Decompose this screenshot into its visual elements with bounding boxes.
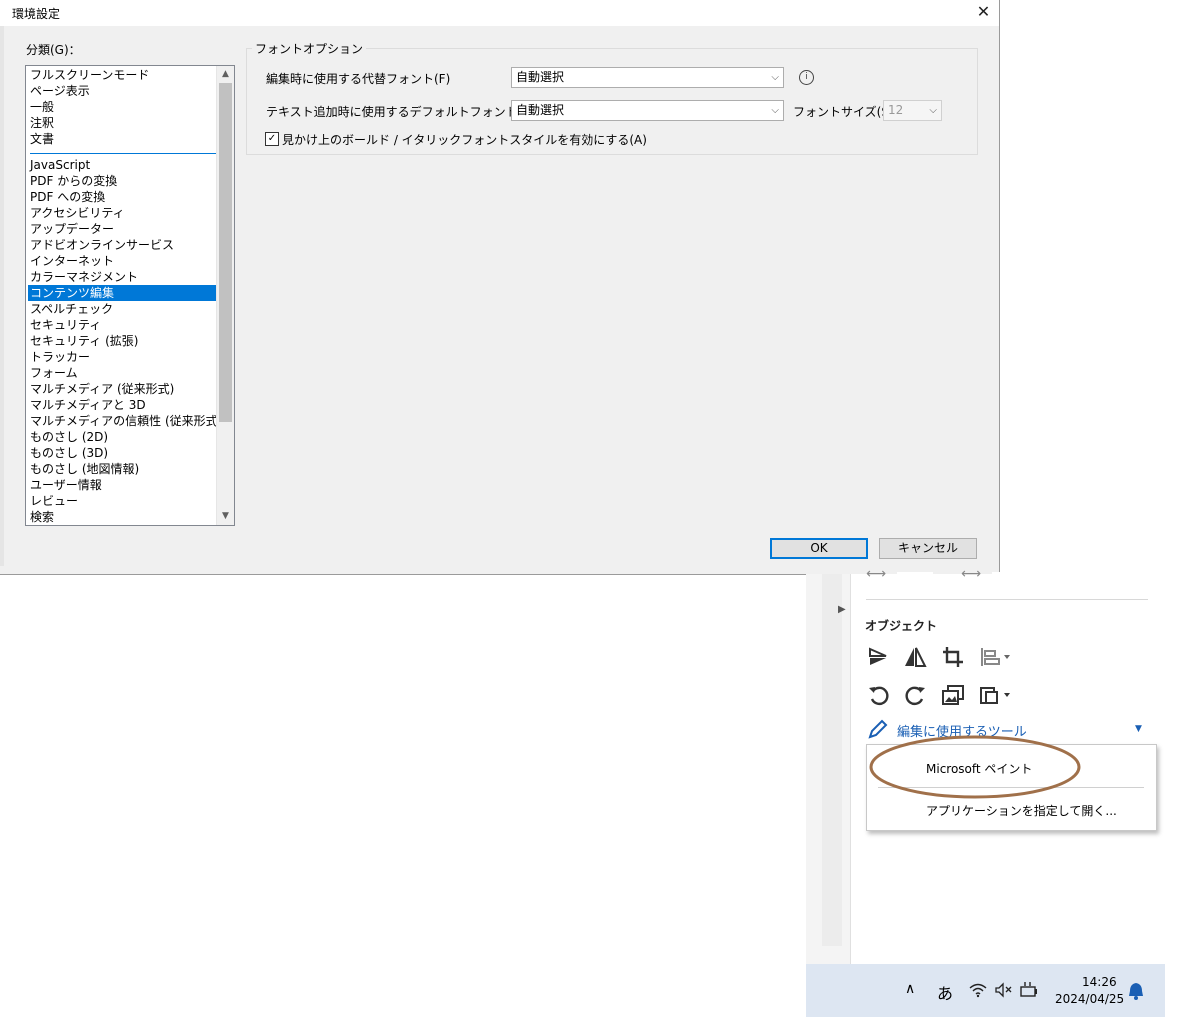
flip-vertical-icon[interactable] xyxy=(902,645,928,669)
category-item[interactable]: ものさし (2D) xyxy=(28,429,218,445)
category-item[interactable]: セキュリティ xyxy=(28,317,218,333)
scroll-up-icon[interactable]: ▲ xyxy=(217,66,234,83)
horizontal-spacing-icon: ⟷ xyxy=(866,566,887,582)
battery-plugged-icon[interactable] xyxy=(1019,981,1039,999)
font-size-select[interactable]: 12 ⌵ xyxy=(883,100,942,121)
category-separator xyxy=(28,147,218,157)
category-item[interactable]: 注釈 xyxy=(28,115,218,131)
fallback-font-value: 自動選択 xyxy=(516,70,565,84)
ime-mode-indicator[interactable]: あ xyxy=(937,980,953,1004)
category-item[interactable]: 検索 xyxy=(28,509,218,525)
dialog-titlebar: 環境設定 ✕ xyxy=(0,0,999,26)
category-item[interactable]: ページ表示 xyxy=(28,83,218,99)
background-window-edge xyxy=(0,26,4,566)
font-size-value: 12 xyxy=(888,103,904,117)
panel-expand-icon[interactable]: ▶ xyxy=(838,604,846,615)
fake-bold-italic-label[interactable]: 見かけ上のボールド / イタリックフォントスタイルを有効にする(A) xyxy=(282,131,647,148)
wifi-icon[interactable] xyxy=(968,982,988,998)
category-item[interactable]: ものさし (3D) xyxy=(28,445,218,461)
font-size-label: フォントサイズ(S) xyxy=(793,105,894,119)
category-item[interactable]: フォーム xyxy=(28,365,218,381)
rotate-clockwise-icon[interactable] xyxy=(902,683,928,707)
preferences-dialog: 環境設定 ✕ 分類(G)： フルスクリーンモード ページ表示 一般 注釈 文書 JavaS… xyxy=(0,0,1000,575)
scroll-thumb[interactable] xyxy=(219,83,232,422)
category-item[interactable]: フルスクリーンモード xyxy=(28,67,218,83)
category-item[interactable]: インターネット xyxy=(28,253,218,269)
annotation-ellipse xyxy=(869,735,1081,799)
panel-collapse-strip xyxy=(822,574,842,946)
category-item[interactable]: マルチメディアと 3D xyxy=(28,397,218,413)
category-item[interactable]: PDF への変換 xyxy=(28,189,218,205)
font-options-title: フォントオプション xyxy=(252,40,367,57)
fake-bold-italic-checkbox[interactable]: ✓ xyxy=(265,132,279,146)
fallback-font-select[interactable]: 自動選択 ⌵ xyxy=(511,67,784,88)
width-spacing-icon: ⟷ xyxy=(961,566,982,582)
category-item[interactable]: 文書 xyxy=(28,131,218,147)
category-item[interactable]: ものさし (地図情報) xyxy=(28,461,218,477)
info-icon[interactable]: i xyxy=(799,70,814,85)
category-item[interactable]: セキュリティ (拡張) xyxy=(28,333,218,349)
notification-bell-icon[interactable] xyxy=(1127,981,1145,1001)
check-icon: ✓ xyxy=(267,133,277,144)
chevron-down-icon[interactable]: ▼ xyxy=(1135,724,1142,734)
show-hidden-icons-icon[interactable]: ∧ xyxy=(905,981,915,997)
ok-button[interactable]: OK xyxy=(770,538,868,559)
chevron-down-icon: ⌵ xyxy=(929,105,937,116)
panel-divider xyxy=(866,599,1148,600)
flip-horizontal-icon[interactable] xyxy=(866,645,892,669)
category-item[interactable]: アップデーター xyxy=(28,221,218,237)
category-item[interactable]: マルチメディアの信頼性 (従来形式) xyxy=(28,413,222,429)
category-item[interactable]: トラッカー xyxy=(28,349,218,365)
width-spacing-field[interactable] xyxy=(992,572,1028,582)
fallback-font-label: 編集時に使用する代替フォント(F) xyxy=(266,72,451,86)
category-item[interactable]: カラーマネジメント xyxy=(28,269,218,285)
speaker-muted-icon[interactable] xyxy=(994,982,1014,998)
category-item[interactable]: マルチメディア (従来形式) xyxy=(28,381,218,397)
category-scrollbar[interactable]: ▲ ▼ xyxy=(216,66,234,525)
horizontal-spacing-field[interactable] xyxy=(897,572,933,582)
category-item[interactable]: スペルチェック xyxy=(28,301,218,317)
close-button[interactable]: ✕ xyxy=(968,0,999,24)
arrange-objects-icon[interactable] xyxy=(978,683,1014,707)
object-heading: オブジェクト xyxy=(865,619,938,633)
scroll-down-icon[interactable]: ▼ xyxy=(217,508,234,525)
category-label: 分類(G)： xyxy=(26,43,81,57)
category-item[interactable]: ユーザー情報 xyxy=(28,477,218,493)
align-objects-icon[interactable] xyxy=(978,645,1014,669)
category-item[interactable]: PDF からの変換 xyxy=(28,173,218,189)
default-font-value: 自動選択 xyxy=(516,103,565,117)
chevron-down-icon: ⌵ xyxy=(771,105,779,116)
category-item[interactable]: JavaScript xyxy=(28,157,218,173)
category-item[interactable]: コンテンツ編集 xyxy=(28,285,218,301)
dialog-title: 環境設定 xyxy=(12,7,61,21)
category-item[interactable]: 一般 xyxy=(28,99,218,115)
category-item[interactable]: アクセシビリティ xyxy=(28,205,218,221)
clock-date[interactable]: 2024/04/25 xyxy=(1055,992,1124,1006)
default-font-label: テキスト追加時に使用するデフォルトフォント(A) xyxy=(266,105,536,119)
crop-icon[interactable] xyxy=(940,645,966,669)
default-font-select[interactable]: 自動選択 ⌵ xyxy=(511,100,784,121)
cancel-button[interactable]: キャンセル xyxy=(879,538,977,559)
category-item[interactable]: レビュー xyxy=(28,493,218,509)
clock-time[interactable]: 14:26 xyxy=(1082,975,1117,989)
category-list[interactable]: フルスクリーンモード ページ表示 一般 注釈 文書 JavaScript PDF からの変換… xyxy=(25,65,235,526)
category-list-items: フルスクリーンモード ページ表示 一般 注釈 文書 JavaScript PDF からの変換… xyxy=(28,67,222,525)
close-icon: ✕ xyxy=(976,2,991,21)
category-item[interactable]: アドビオンラインサービス xyxy=(28,237,218,253)
replace-image-icon[interactable] xyxy=(940,683,966,707)
rotate-counterclockwise-icon[interactable] xyxy=(866,683,892,707)
chevron-down-icon: ⌵ xyxy=(771,72,779,83)
menu-item-open-with-app[interactable]: アプリケーションを指定して開く... xyxy=(926,802,1117,819)
